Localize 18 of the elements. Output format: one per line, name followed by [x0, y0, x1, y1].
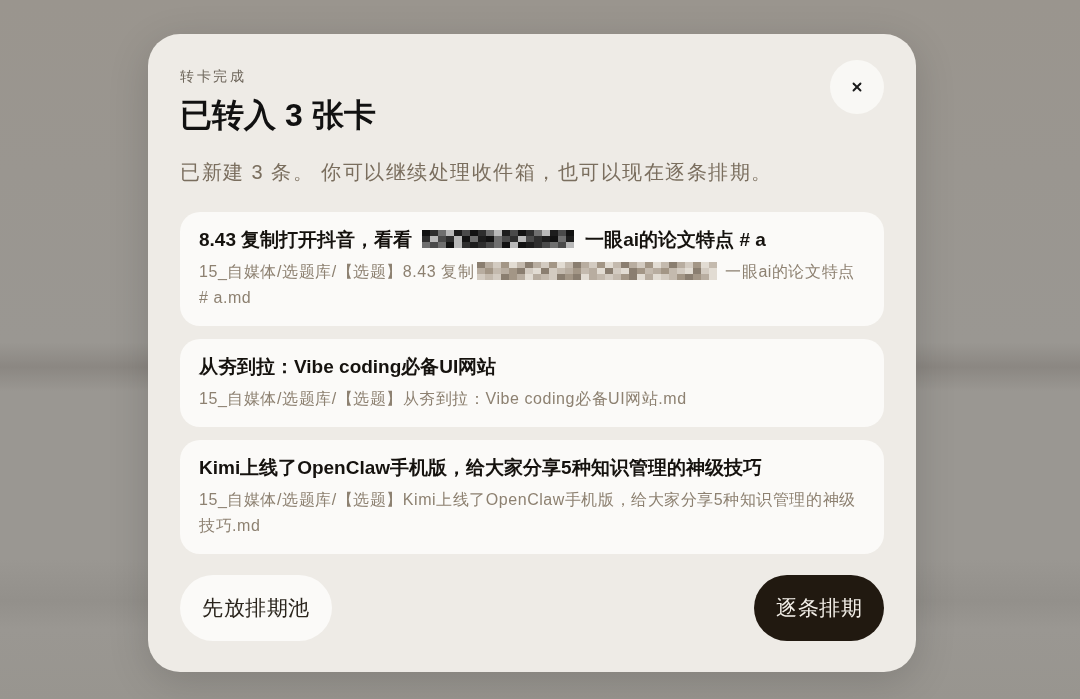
card[interactable]: Kimi上线了OpenClaw手机版，给大家分享5种知识管理的神级技巧 15_自媒体/选题库/【选题】Kimi上线了OpenClaw手机版，给大家分享5种知识管理的神级技巧.md	[180, 440, 884, 554]
file-path: 15_自媒体/选题库/【选题】从夯到拉：Vibe coding必备UI网站.md	[199, 390, 687, 407]
file-path: # a.md	[199, 288, 252, 308]
card-title: Kimi上线了OpenClaw手机版，给大家分享5种知识管理的神级技巧	[199, 457, 762, 478]
card-title: 一眼ai的论文特点 # a	[585, 228, 766, 252]
card[interactable]: 从夯到拉：Vibe coding必备UI网站 15_自媒体/选题库/【选题】从夯到拉：Vibe coding必备UI网站.md	[180, 339, 884, 427]
dialog-description: 已新建 3 条。 你可以继续处理收件箱，也可以现在逐条排期。	[180, 160, 774, 185]
card-title: 从夯到拉：Vibe coding必备UI网站	[199, 356, 497, 377]
file-path: 15_自媒体/选题库/【选题】8.43 复制	[199, 262, 475, 282]
defer-button[interactable]: 先放排期池	[180, 575, 332, 641]
dialog-eyebrow: 转卡完成	[180, 67, 246, 85]
file-path: 一眼ai的论文特点	[725, 262, 855, 282]
card-title: 8.43 复制打开抖音，看看	[199, 228, 413, 252]
close-icon	[850, 80, 864, 94]
card[interactable]: 8.43 复制打开抖音，看看 一眼ai的论文特点 # a 15_自媒体/选题库/【选题】8.43 复制 一眼ai的论文特点 # a.md	[180, 212, 884, 326]
dialog-title: 已转入 3 张卡	[180, 96, 376, 135]
schedule-button[interactable]: 逐条排期	[754, 575, 884, 641]
file-path: 15_自媒体/选题库/【选题】Kimi上线了OpenClaw手机版，给大家分享5种知识管理的神级技巧.md	[199, 491, 856, 534]
